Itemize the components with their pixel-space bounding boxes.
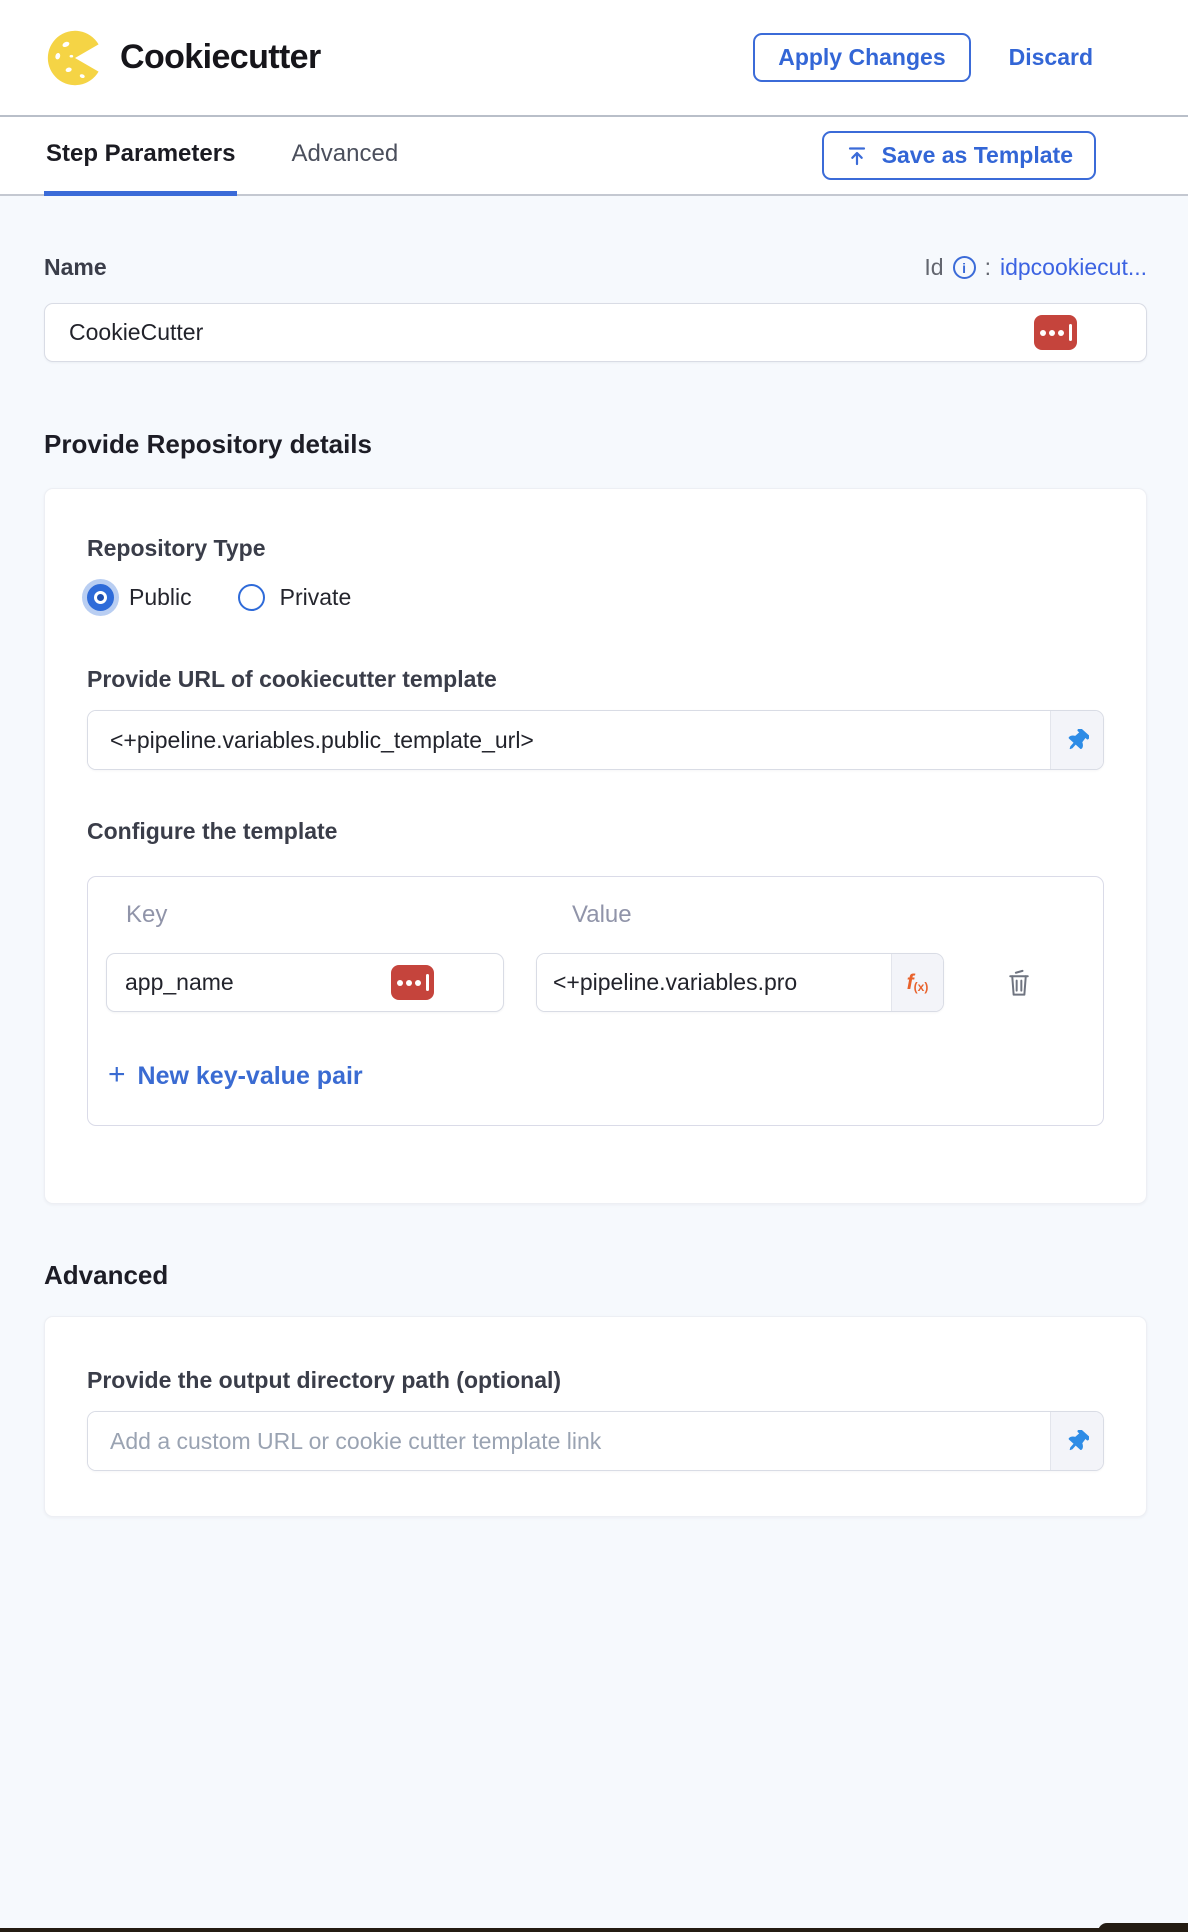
advanced-card: Provide the output directory path (optio… <box>44 1316 1147 1517</box>
step-id-group: Id i : idpcookiecut... <box>924 254 1147 281</box>
new-key-value-pair-button[interactable]: + New key-value pair <box>106 1062 363 1091</box>
output-directory-input[interactable] <box>88 1412 1050 1470</box>
radio-private[interactable]: Private <box>238 584 352 611</box>
name-input-wrap <box>44 303 1147 362</box>
radio-public[interactable]: Public <box>87 584 192 611</box>
template-url-input[interactable] <box>88 711 1050 769</box>
repository-type-radio-group: Public Private <box>87 584 1104 611</box>
key-input-wrap <box>106 953 504 1012</box>
template-url-input-group <box>87 710 1104 770</box>
output-directory-input-group <box>87 1411 1104 1471</box>
expression-fx-button[interactable]: f(x) <box>891 954 943 1011</box>
trash-icon <box>1005 967 1033 999</box>
cookiecutter-logo-icon <box>46 29 104 87</box>
header-actions: Apply Changes Discard <box>753 33 1093 83</box>
repository-details-card: Repository Type Public Private Provide U… <box>44 488 1147 1204</box>
screen-bottom-artifact <box>0 1928 1188 1932</box>
name-row: Name Id i : idpcookiecut... <box>44 254 1147 281</box>
id-info-icon[interactable]: i <box>953 256 976 279</box>
value-input[interactable] <box>537 954 891 1011</box>
upload-icon <box>845 144 869 168</box>
pin-icon <box>1066 1430 1089 1453</box>
key-value-headers: Key Value <box>106 901 1085 929</box>
password-manager-icon[interactable] <box>391 965 434 1000</box>
password-manager-icon[interactable] <box>1034 315 1077 350</box>
tab-step-parameters[interactable]: Step Parameters <box>44 117 237 196</box>
key-column-header: Key <box>106 901 504 929</box>
radio-public-icon[interactable] <box>87 584 114 611</box>
value-column-header: Value <box>504 901 632 929</box>
discard-button[interactable]: Discard <box>1009 44 1093 71</box>
delete-row-button[interactable] <box>1005 967 1033 999</box>
template-url-label: Provide URL of cookiecutter template <box>87 666 1104 693</box>
pin-icon <box>1066 729 1089 752</box>
radio-private-icon[interactable] <box>238 584 265 611</box>
name-input[interactable] <box>44 303 1147 362</box>
fx-icon: f <box>907 971 914 995</box>
id-value-link[interactable]: idpcookiecut... <box>1000 254 1147 281</box>
header-title-group: Cookiecutter <box>46 29 321 87</box>
configure-template-label: Configure the template <box>87 818 1104 845</box>
id-label: Id <box>924 254 943 281</box>
value-input-group: f(x) <box>536 953 944 1012</box>
output-directory-pin-button[interactable] <box>1050 1412 1103 1470</box>
radio-private-label: Private <box>280 584 352 611</box>
new-key-value-pair-label: New key-value pair <box>138 1062 363 1091</box>
save-as-template-label: Save as Template <box>882 142 1073 169</box>
name-label: Name <box>44 254 107 281</box>
save-as-template-button[interactable]: Save as Template <box>822 131 1096 180</box>
id-separator: : <box>985 254 991 281</box>
page-title: Cookiecutter <box>120 38 321 77</box>
repository-details-heading: Provide Repository details <box>44 429 1147 460</box>
plus-icon: + <box>108 1060 126 1090</box>
output-directory-label: Provide the output directory path (optio… <box>87 1367 1104 1394</box>
apply-changes-button[interactable]: Apply Changes <box>753 33 970 83</box>
radio-public-label: Public <box>129 584 192 611</box>
key-value-row: f(x) <box>106 953 1085 1012</box>
step-parameters-panel: Name Id i : idpcookiecut... Provide Repo… <box>0 254 1188 1517</box>
tab-advanced[interactable]: Advanced <box>289 117 400 196</box>
key-value-table: Key Value f(x) <box>87 876 1104 1126</box>
advanced-heading: Advanced <box>44 1260 1147 1291</box>
template-url-pin-button[interactable] <box>1050 711 1103 769</box>
key-input[interactable] <box>106 953 504 1012</box>
header: Cookiecutter Apply Changes Discard <box>0 0 1188 117</box>
repository-type-label: Repository Type <box>87 535 1104 562</box>
tab-bar: Step Parameters Advanced Save as Templat… <box>0 117 1188 196</box>
